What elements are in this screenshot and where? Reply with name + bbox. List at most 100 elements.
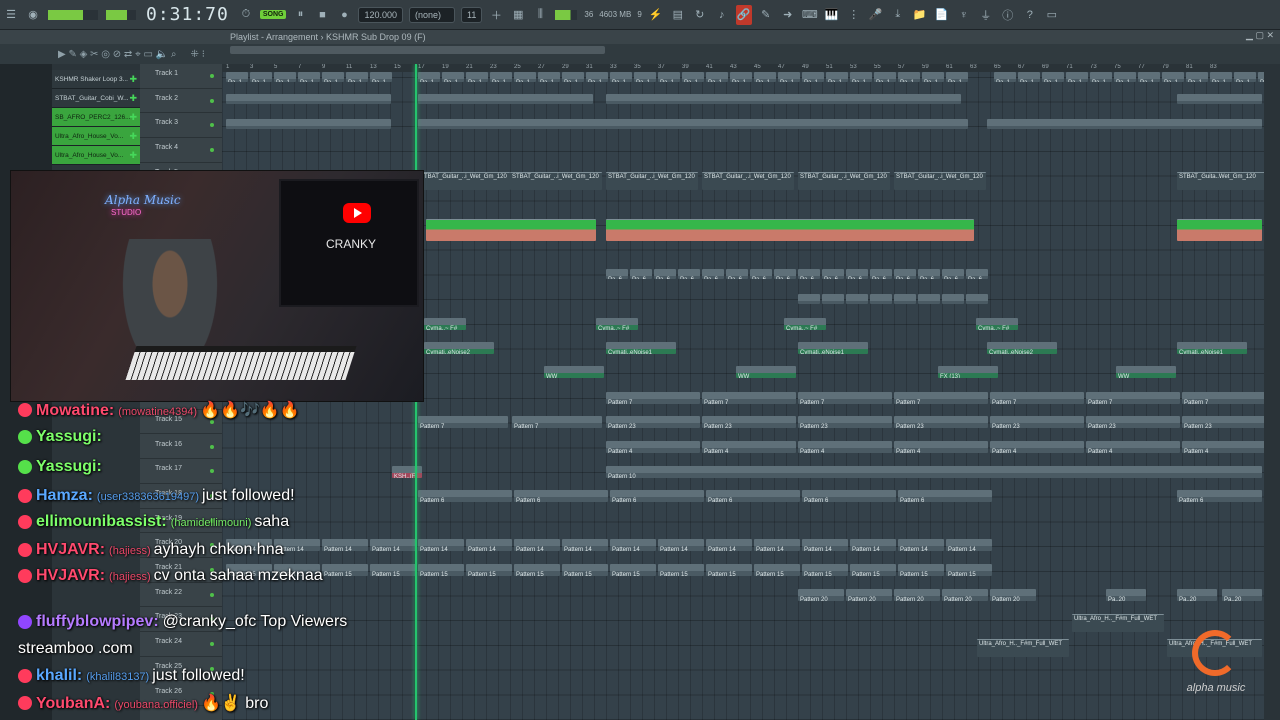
- playlist-clip[interactable]: WW: [544, 366, 604, 378]
- playlist-clip[interactable]: Pattern 7: [990, 392, 1084, 404]
- document-icon[interactable]: 📄: [934, 5, 950, 25]
- clip-picker-item[interactable]: SB_AFRO_PERC2_126... ✚: [52, 108, 140, 127]
- tuner-icon[interactable]: ♆: [956, 5, 972, 25]
- playlist-clip[interactable]: WW: [736, 366, 796, 378]
- add-pattern-icon[interactable]: ＋: [488, 5, 504, 25]
- playlist-clip[interactable]: Pattern 23: [894, 416, 988, 428]
- add-icon[interactable]: ✚: [129, 93, 137, 104]
- playlist-clip[interactable]: Pa..6: [750, 269, 772, 279]
- playlist-clip[interactable]: [918, 294, 940, 304]
- playlist-clip[interactable]: Pa..1: [1162, 72, 1184, 82]
- playlist-clip[interactable]: Pattern 23: [1182, 416, 1264, 428]
- playlist-clip[interactable]: Pattern 15: [898, 564, 944, 576]
- playlist-clip[interactable]: [942, 294, 964, 304]
- playlist-clip[interactable]: Pa..1: [994, 72, 1016, 82]
- playlist-clip[interactable]: [798, 294, 820, 304]
- playlist-clip[interactable]: Ultra_Afro_H.._F#m_Full_WET: [977, 639, 1069, 657]
- playlist-clip[interactable]: Pa..6: [678, 269, 700, 279]
- playlist-clip[interactable]: STBAT_Guitar_..i_Wet_Gm_120: [510, 172, 602, 190]
- playlist-clip[interactable]: Pattern 14: [610, 539, 656, 551]
- track-mute-led-icon[interactable]: [210, 98, 214, 103]
- playlist-clip[interactable]: Pa..6: [870, 269, 892, 279]
- add-icon[interactable]: ✚: [129, 131, 137, 142]
- playlist-clip[interactable]: Pa..1: [418, 72, 440, 82]
- clip-picker-item[interactable]: STBAT_Guitar_Cobi_W... ✚: [52, 89, 140, 108]
- timeline-ruler[interactable]: 1 3 5 7 9 11 13 15 17 19 21 23 25 27 29 31 33 35 37 39 41 43 4…: [222, 64, 1264, 72]
- playlist-clip[interactable]: Pa..6: [918, 269, 940, 279]
- playlist-clip[interactable]: Pattern 14: [514, 539, 560, 551]
- mixer-icon[interactable]: ⫼: [532, 5, 548, 25]
- playlist-clip[interactable]: WW: [1116, 366, 1176, 378]
- stop-button[interactable]: ■: [314, 5, 330, 25]
- playlist-clip[interactable]: [822, 294, 844, 304]
- playlist-clip[interactable]: Pa..6: [894, 269, 916, 279]
- playlist-clip[interactable]: Pa..1: [586, 72, 608, 82]
- playlist-clip[interactable]: Pa..1: [898, 72, 920, 82]
- add-icon[interactable]: ✚: [129, 74, 137, 85]
- playlist-clip[interactable]: Pa..6: [774, 269, 796, 279]
- playlist-clip[interactable]: Pattern 14: [802, 539, 848, 551]
- playlist-clip[interactable]: Pa..1: [562, 72, 584, 82]
- playlist-clip[interactable]: [418, 119, 968, 129]
- play-button[interactable]: ⏸: [292, 5, 308, 25]
- playlist-clip[interactable]: Pattern 14: [754, 539, 800, 551]
- playlist-clip[interactable]: Pattern 6: [514, 490, 608, 502]
- playlist-clip[interactable]: Pa..1: [1234, 72, 1256, 82]
- playlist-clip[interactable]: Pattern 15: [706, 564, 752, 576]
- playlist-clip[interactable]: Pattern 10: [606, 466, 1262, 478]
- playlist-clip[interactable]: Pa..6: [654, 269, 676, 279]
- playlist-clip[interactable]: Pattern 7: [1182, 392, 1264, 404]
- playlist-clip[interactable]: Pattern 15: [466, 564, 512, 576]
- playlist-clip[interactable]: STBAT_Guitar_..i_Wet_Gm_120: [606, 172, 698, 190]
- playlist-clip[interactable]: [1177, 94, 1262, 104]
- playlist-clip[interactable]: Pattern 20: [798, 589, 844, 601]
- playlist-clip[interactable]: Cymati..eNoise1: [798, 342, 868, 354]
- playlist-clip[interactable]: Cyma..~ F#: [784, 318, 826, 330]
- playlist-clip[interactable]: Pa..20: [1177, 589, 1217, 601]
- clip-picker-item[interactable]: KSHMR Shaker Loop 3... ✚: [52, 70, 140, 89]
- horizontal-scrollbar[interactable]: [230, 46, 605, 54]
- playlist-clip[interactable]: Pa..1: [706, 72, 728, 82]
- playlist-clip[interactable]: Pattern 15: [850, 564, 896, 576]
- playlist-clip[interactable]: Pa..1: [250, 72, 272, 82]
- playlist-clip[interactable]: Cyma..~ F#: [424, 318, 466, 330]
- playlist-clip[interactable]: Pa..1: [346, 72, 368, 82]
- playlist-clip[interactable]: STBAT_Guita..Wet_Gm_120: [1177, 172, 1264, 190]
- snap-tool-icon[interactable]: ⁜ ⁝: [191, 49, 205, 60]
- playlist-clip[interactable]: Pattern 20: [894, 589, 940, 601]
- playlist-clip[interactable]: Pa..20: [1106, 589, 1146, 601]
- playlist-clip[interactable]: Cyma..~ F#: [976, 318, 1018, 330]
- playlist-clip[interactable]: FX (13): [938, 366, 998, 378]
- playlist-clip[interactable]: Pa..1: [802, 72, 824, 82]
- record-button[interactable]: ●: [336, 5, 352, 25]
- playlist-icon[interactable]: ▦: [510, 5, 526, 25]
- playlist-clip[interactable]: STBAT_Guitar_..i_Wet_Gm_120: [702, 172, 794, 190]
- playlist-clip[interactable]: Pattern 14: [706, 539, 752, 551]
- playlist-clip[interactable]: Pa..1: [682, 72, 704, 82]
- playlist-clip[interactable]: Pa..6: [846, 269, 868, 279]
- playlist-clip[interactable]: Pattern 6: [610, 490, 704, 502]
- minimize-icon[interactable]: ▭: [1044, 5, 1060, 25]
- playlist-clip[interactable]: Pattern 4: [702, 441, 796, 453]
- add-icon[interactable]: ✚: [129, 150, 137, 161]
- playlist-clip[interactable]: Pattern 15: [754, 564, 800, 576]
- playlist-clip[interactable]: Pa..1: [514, 72, 536, 82]
- microphone-icon[interactable]: 🎤: [868, 5, 884, 25]
- playlist-clip[interactable]: Pa..1: [1114, 72, 1136, 82]
- playlist-clip[interactable]: Pa..1: [826, 72, 848, 82]
- playlist-clip[interactable]: Pa..1: [658, 72, 680, 82]
- browser-icon[interactable]: ▤: [670, 5, 686, 25]
- playlist-clip[interactable]: [894, 294, 916, 304]
- playlist-clip[interactable]: Pa..1: [754, 72, 776, 82]
- playlist-clip[interactable]: Pattern 20: [942, 589, 988, 601]
- playlist-clip[interactable]: [226, 119, 391, 129]
- clip-picker-item[interactable]: Ultra_Afro_House_Vo... ✚: [52, 127, 140, 146]
- playlist-clip[interactable]: Pattern 15: [946, 564, 992, 576]
- link-icon[interactable]: 🔗: [735, 4, 752, 25]
- playlist-clip[interactable]: Pa..1: [298, 72, 320, 82]
- playlist-clip[interactable]: Pa..6: [942, 269, 964, 279]
- playlist-clip[interactable]: Cyma..~ F#: [596, 318, 638, 330]
- help-icon[interactable]: ?: [1022, 5, 1038, 25]
- playlist-clip[interactable]: Pattern 15: [418, 564, 464, 576]
- playlist-clip[interactable]: Pattern 7: [512, 416, 602, 428]
